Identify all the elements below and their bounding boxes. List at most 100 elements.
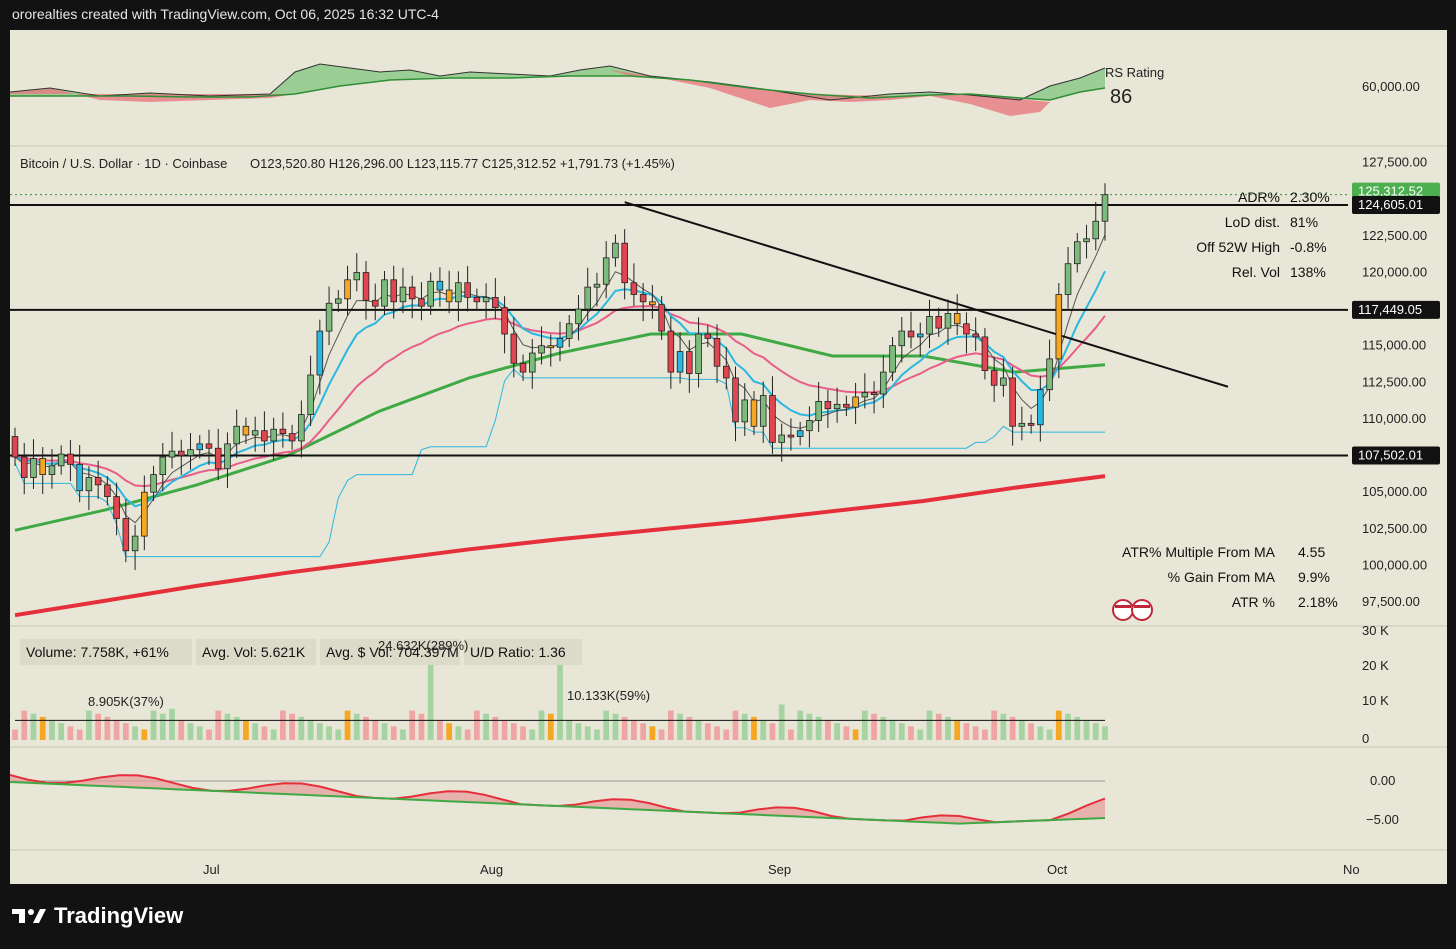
candle-body xyxy=(667,330,675,373)
us-flag-icon xyxy=(1134,605,1150,608)
candle-body xyxy=(769,395,776,443)
candle-body xyxy=(602,257,610,285)
volume-bar xyxy=(557,653,563,740)
candle-body xyxy=(519,362,527,373)
volume-bar xyxy=(289,713,295,740)
volume-note: 24.632K(289%) xyxy=(378,638,468,653)
volume-bar xyxy=(95,713,101,740)
volume-bar xyxy=(49,720,55,740)
candle-body xyxy=(464,282,471,298)
price-axis-tick: 127,500.00 xyxy=(1362,155,1427,170)
candle-body xyxy=(824,400,832,410)
candle-body xyxy=(242,425,250,436)
candle-body xyxy=(953,313,961,325)
price-axis-tick: 122,500.00 xyxy=(1362,228,1427,243)
volume-bar xyxy=(372,720,379,740)
volume-bar xyxy=(612,713,619,740)
price-axis-tick: 97,500.00 xyxy=(1362,594,1420,609)
volume-note: 8.905K(37%) xyxy=(88,694,164,709)
oscillator-tick: 0.00 xyxy=(1370,773,1395,788)
candle-body xyxy=(233,425,240,445)
candle-body xyxy=(224,443,231,470)
volume-bar xyxy=(427,653,434,740)
candle-body xyxy=(935,316,942,329)
candle-body xyxy=(1092,220,1100,240)
ema10-line xyxy=(14,270,1106,508)
candle-body xyxy=(510,333,518,364)
candle-body xyxy=(963,323,970,335)
tradingview-logo-icon xyxy=(12,909,46,923)
stat-key: LoD dist. xyxy=(1225,214,1280,230)
volume-bar xyxy=(806,713,813,740)
candle-body xyxy=(57,453,65,467)
price-axis-tick: 120,000.00 xyxy=(1362,264,1427,279)
chart-frame[interactable]: RS Rating 86 60,000.00 Bitcoin / U.S. Dolla… xyxy=(10,30,1447,884)
candle-body xyxy=(371,299,379,307)
candle-body xyxy=(704,333,712,339)
candle-body xyxy=(639,294,647,303)
candle-body xyxy=(723,365,730,379)
candle-body xyxy=(880,371,887,395)
candle-body xyxy=(390,279,397,303)
volume-axis-tick: 30 K xyxy=(1362,623,1389,638)
candle-body xyxy=(907,330,915,338)
volume-bar xyxy=(640,723,646,740)
candle-body xyxy=(1027,422,1035,426)
candle-body xyxy=(455,282,462,303)
rs-rating-value: 86 xyxy=(1110,86,1132,108)
volume-bar xyxy=(788,729,794,740)
volume-bar xyxy=(510,723,517,740)
candle-body xyxy=(612,242,619,259)
volume-bar xyxy=(991,710,998,740)
oscillator-tick: −5.00 xyxy=(1366,812,1399,827)
candle-body xyxy=(658,304,665,332)
volume-axis-tick: 20 K xyxy=(1362,658,1389,673)
candle-body xyxy=(408,286,416,300)
candle-body xyxy=(695,333,702,374)
price-axis-tick: 100,000.00 xyxy=(1362,557,1427,572)
volume-bar xyxy=(1019,720,1025,740)
volume-bar xyxy=(917,729,924,740)
candle-body xyxy=(261,430,268,442)
candle-body xyxy=(1074,241,1081,265)
volume-bar xyxy=(603,710,610,740)
volume-bar xyxy=(714,726,720,740)
volume-bar xyxy=(852,729,859,740)
stat-key: % Gain From MA xyxy=(1168,569,1276,585)
candle-body xyxy=(538,345,545,354)
candle-body xyxy=(843,403,850,408)
candle-body xyxy=(833,403,841,410)
symbol-title: Bitcoin / U.S. Dollar · 1D · Coinbase xyxy=(20,156,227,171)
volume-bar xyxy=(954,720,961,740)
us-flag-icon xyxy=(1112,599,1134,621)
volume-bar xyxy=(520,726,526,740)
stat-value: 9.9% xyxy=(1298,569,1330,585)
price-axis-tick: 115,000.00 xyxy=(1362,338,1426,353)
volume-bar xyxy=(12,729,18,740)
candle-body xyxy=(1000,377,1007,386)
volume-bar xyxy=(677,713,683,740)
candle-body xyxy=(981,336,989,372)
candle-body xyxy=(1009,377,1016,427)
volume-bar xyxy=(631,720,637,740)
price-chart[interactable]: RS Rating 86 60,000.00 Bitcoin / U.S. Dolla… xyxy=(10,30,1447,884)
candle-body xyxy=(732,377,739,423)
x-axis-label: Jul xyxy=(203,862,220,877)
candle-body xyxy=(575,308,582,325)
volume-stat-text: Avg. Vol: 5.621K xyxy=(202,644,306,660)
volume-note: 10.133K(59%) xyxy=(567,688,650,703)
volume-bar xyxy=(732,710,739,740)
candle-body xyxy=(344,279,351,300)
volume-bar xyxy=(667,710,674,740)
candle-body xyxy=(279,428,287,434)
candle-body xyxy=(492,296,499,309)
volume-bar xyxy=(723,729,730,740)
candle-body xyxy=(852,396,859,408)
candle-body xyxy=(76,463,83,492)
ema5-line xyxy=(14,234,1106,524)
volume-bar xyxy=(187,723,194,740)
stat-value: 2.18% xyxy=(1298,594,1338,610)
candle-body xyxy=(131,535,139,552)
candle-body xyxy=(122,518,130,552)
candle-body xyxy=(1037,389,1044,426)
